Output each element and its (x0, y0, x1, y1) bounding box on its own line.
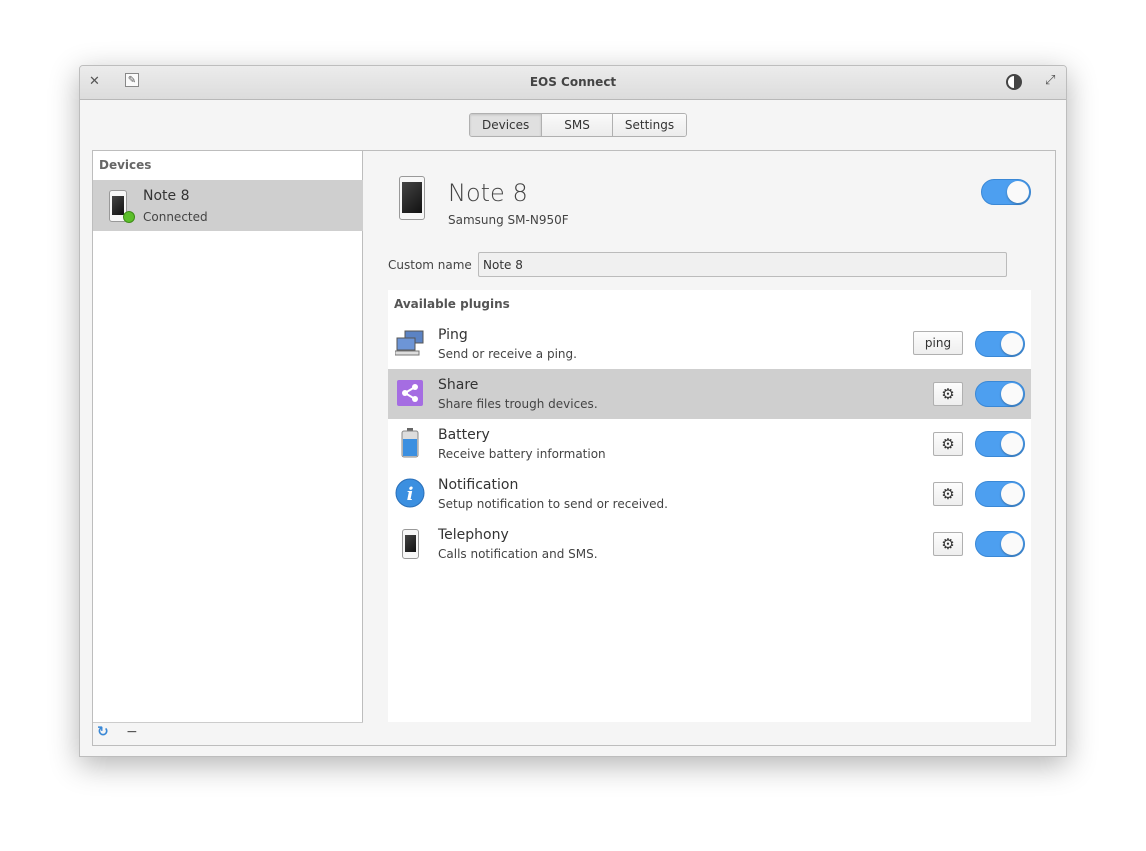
plugin-title: Ping (438, 327, 468, 343)
plugin-description: Send or receive a ping. (438, 347, 577, 361)
sidebar-toolbar: ↻ − (93, 722, 363, 745)
custom-name-label: Custom name (388, 258, 472, 272)
sidebar-header: Devices (99, 158, 152, 172)
network-computers-icon (395, 330, 424, 356)
plugin-title: Battery (438, 427, 490, 443)
plugin-description: Receive battery information (438, 447, 606, 461)
device-title: Note 8 (448, 179, 528, 207)
window-title: EOS Connect (529, 75, 617, 89)
ping-button[interactable]: ping (913, 331, 963, 355)
plugin-ping[interactable]: Ping Send or receive a ping. ping (388, 319, 1031, 369)
gear-icon[interactable]: ⚙ (933, 482, 963, 506)
plugin-battery[interactable]: Battery Receive battery information ⚙ (388, 419, 1031, 469)
device-status: Connected (143, 210, 208, 224)
phone-icon (402, 529, 419, 559)
plugins-panel: Available plugins Ping Send or receive a… (388, 290, 1031, 722)
plugin-toggle[interactable] (975, 381, 1025, 407)
plugins-header: Available plugins (394, 297, 510, 311)
view-switcher: Devices SMS Settings (469, 113, 688, 137)
titlebar: ✕ ✎ EOS Connect ⤢ (80, 66, 1066, 100)
tab-devices[interactable]: Devices (470, 114, 543, 136)
phone-icon (399, 176, 425, 220)
device-detail: Note 8 Samsung SM-N950F Custom name Avai… (364, 151, 1055, 745)
info-icon: i (395, 478, 425, 508)
contrast-icon[interactable] (1006, 74, 1022, 90)
gear-icon[interactable]: ⚙ (933, 432, 963, 456)
remove-icon[interactable]: − (126, 724, 138, 740)
plugin-toggle[interactable] (975, 331, 1025, 357)
device-list-item[interactable]: Note 8 Connected (93, 180, 363, 231)
connected-status-icon (123, 211, 135, 223)
maximize-icon[interactable]: ⤢ (1045, 73, 1055, 88)
plugin-description: Setup notification to send or received. (438, 497, 668, 511)
sidebar: Devices Note 8 Connected ↻ − (93, 151, 363, 745)
plugin-toggle[interactable] (975, 481, 1025, 507)
refresh-icon[interactable]: ↻ (97, 724, 109, 740)
content-frame: Devices Note 8 Connected ↻ − Note 8 Sams… (92, 150, 1056, 746)
gear-icon[interactable]: ⚙ (933, 532, 963, 556)
svg-text:i: i (407, 484, 414, 505)
plugin-share[interactable]: Share Share files trough devices. ⚙ (388, 369, 1031, 419)
tab-sms[interactable]: SMS (542, 114, 613, 136)
device-model: Samsung SM-N950F (448, 213, 569, 227)
plugin-description: Share files trough devices. (438, 397, 598, 411)
plugin-description: Calls notification and SMS. (438, 547, 598, 561)
device-enable-toggle[interactable] (981, 179, 1031, 205)
custom-name-input[interactable] (478, 252, 1007, 277)
plugin-toggle[interactable] (975, 531, 1025, 557)
plugin-telephony[interactable]: Telephony Calls notification and SMS. ⚙ (388, 519, 1031, 569)
plugin-toggle[interactable] (975, 431, 1025, 457)
device-name: Note 8 (143, 188, 190, 204)
battery-icon (401, 428, 419, 458)
share-icon (397, 380, 423, 406)
app-window: ✕ ✎ EOS Connect ⤢ Devices SMS Settings D… (79, 65, 1067, 757)
gear-icon[interactable]: ⚙ (933, 382, 963, 406)
plugin-title: Telephony (438, 527, 509, 543)
plugin-notification[interactable]: i Notification Setup notification to sen… (388, 469, 1031, 519)
plugin-title: Notification (438, 477, 519, 493)
tab-settings[interactable]: Settings (612, 114, 687, 136)
plugin-title: Share (438, 377, 479, 393)
